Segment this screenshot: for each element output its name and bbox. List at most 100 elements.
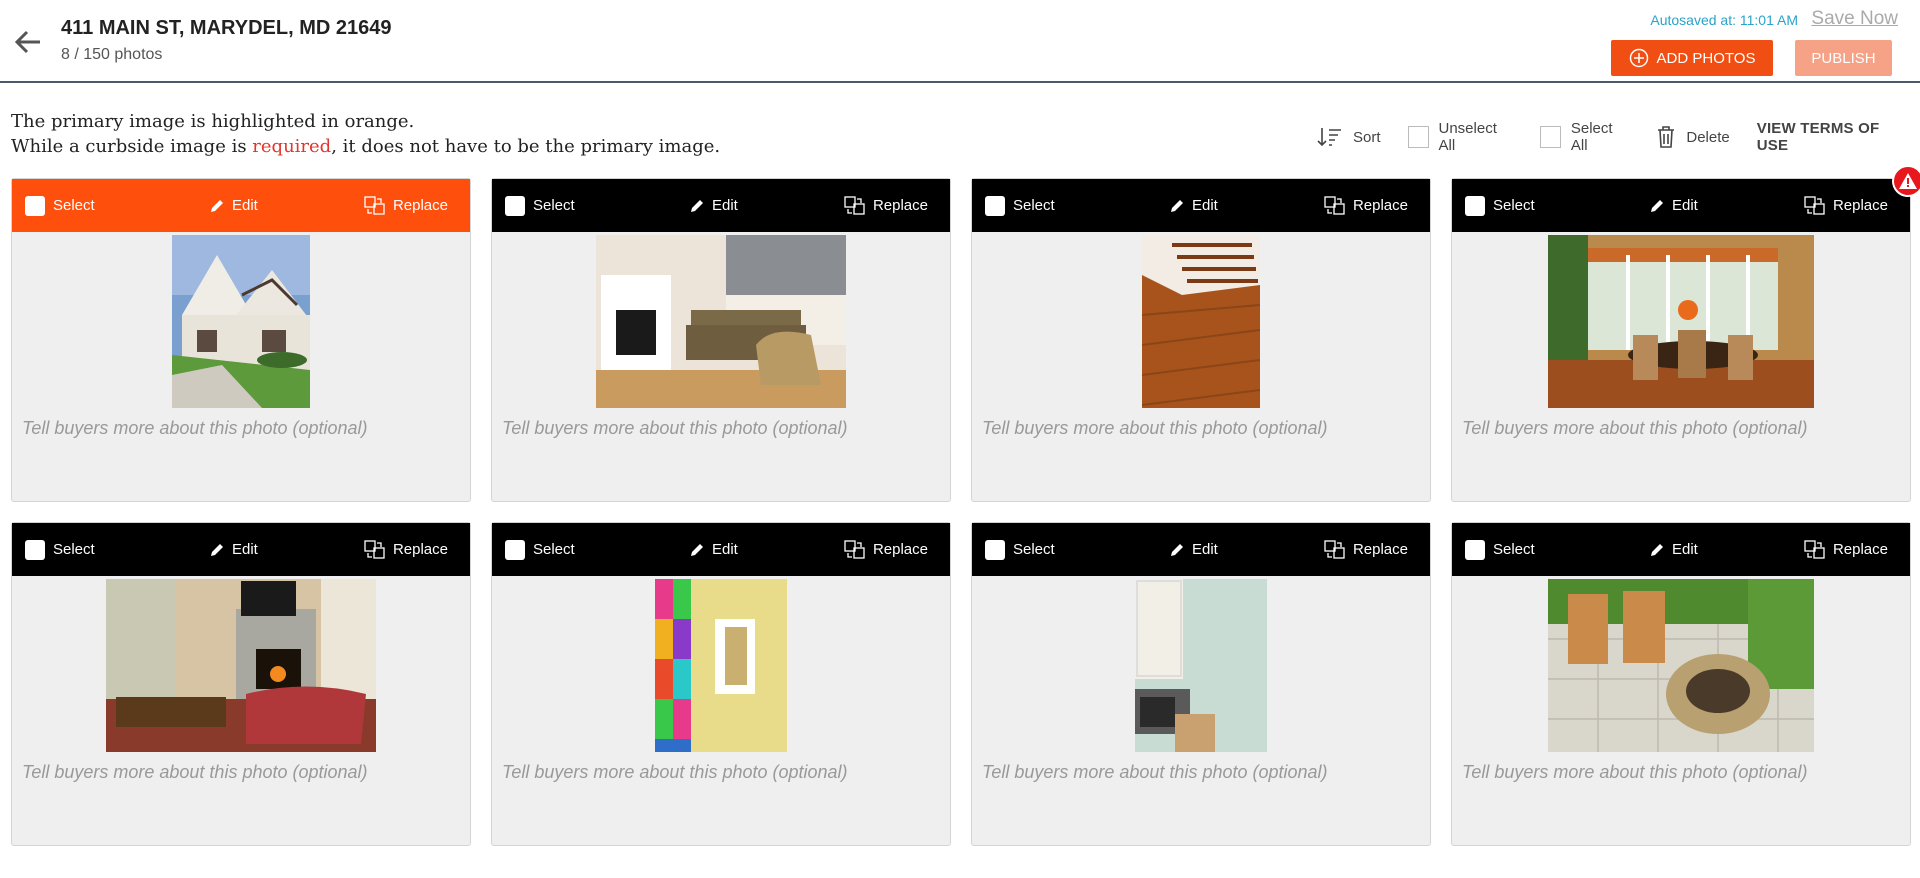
- replace-icon: [364, 195, 385, 215]
- caption-input[interactable]: Tell buyers more about this photo (optio…: [982, 418, 1328, 439]
- select-checkbox[interactable]: [1465, 195, 1485, 216]
- edit-button[interactable]: Edit: [1169, 197, 1218, 214]
- replace-button[interactable]: Replace: [364, 195, 448, 216]
- view-terms-link[interactable]: VIEW TERMS OF USE: [1757, 120, 1908, 154]
- photo-wrap: [972, 234, 1430, 409]
- card-header: Select Edit Replace: [972, 523, 1430, 576]
- trash-icon: [1658, 126, 1675, 148]
- select-checkbox[interactable]: [25, 539, 45, 560]
- info-text: While a curbside image is: [11, 136, 253, 157]
- replace-icon: [1324, 539, 1345, 559]
- photo-card: Select Edit Replace Tell buyers more abo…: [11, 522, 471, 846]
- primary-image-info: The primary image is highlighted in oran…: [11, 109, 720, 159]
- replace-label: Replace: [872, 541, 928, 558]
- select-control[interactable]: Select: [1465, 195, 1535, 216]
- photo-wrap: [12, 234, 470, 409]
- select-all-checkbox[interactable]: [1539, 126, 1561, 148]
- select-checkbox[interactable]: [505, 195, 525, 216]
- replace-label: Replace: [392, 541, 448, 558]
- select-control[interactable]: Select: [505, 195, 575, 216]
- card-header: Select Edit Replace: [492, 523, 950, 576]
- edit-button[interactable]: Edit: [1169, 541, 1218, 558]
- select-control[interactable]: Select: [985, 539, 1055, 560]
- replace-button[interactable]: Replace: [1324, 539, 1408, 560]
- sort-icon: [1317, 128, 1341, 147]
- patio-firepit-photo[interactable]: [1548, 579, 1814, 752]
- edit-label: Edit: [1672, 197, 1698, 214]
- replace-label: Replace: [1832, 197, 1888, 214]
- select-control[interactable]: Select: [25, 195, 95, 216]
- sort-button[interactable]: Sort: [1317, 126, 1381, 148]
- listing-address: 411 MAIN ST, MARYDEL, MD 21649: [61, 17, 392, 39]
- pencil-icon: [211, 199, 223, 212]
- back-arrow-icon[interactable]: [12, 26, 44, 58]
- save-now-link[interactable]: Save Now: [1811, 8, 1898, 30]
- house-exterior-photo[interactable]: [172, 235, 310, 408]
- replace-button[interactable]: Replace: [1324, 195, 1408, 216]
- page-header: 411 MAIN ST, MARYDEL, MD 21649 8 / 150 p…: [0, 0, 1920, 83]
- caption-input[interactable]: Tell buyers more about this photo (optio…: [22, 762, 368, 783]
- replace-button[interactable]: Replace: [364, 539, 448, 560]
- caption-input[interactable]: Tell buyers more about this photo (optio…: [502, 418, 848, 439]
- caption-input[interactable]: Tell buyers more about this photo (optio…: [982, 762, 1328, 783]
- edit-button[interactable]: Edit: [689, 541, 738, 558]
- publish-button[interactable]: PUBLISH: [1795, 40, 1892, 76]
- select-control[interactable]: Select: [985, 195, 1055, 216]
- replace-button[interactable]: Replace: [1804, 539, 1888, 560]
- edit-button[interactable]: Edit: [1649, 541, 1698, 558]
- add-photos-button[interactable]: ADD PHOTOS: [1611, 40, 1773, 76]
- replace-button[interactable]: Replace: [844, 195, 928, 216]
- delete-button[interactable]: Delete: [1656, 125, 1730, 149]
- edit-button[interactable]: Edit: [209, 541, 258, 558]
- edit-button[interactable]: Edit: [209, 197, 258, 214]
- edit-button[interactable]: Edit: [689, 197, 738, 214]
- edit-label: Edit: [1672, 541, 1698, 558]
- info-text-end: , it does not have to be the primary ima…: [331, 136, 721, 157]
- select-label: Select: [53, 541, 95, 558]
- photo-card: Select Edit Replace Tell buyers more abo…: [491, 522, 951, 846]
- add-photos-label: ADD PHOTOS: [1656, 49, 1756, 67]
- select-checkbox[interactable]: [1465, 539, 1485, 560]
- caption-input[interactable]: Tell buyers more about this photo (optio…: [22, 418, 368, 439]
- hardwood-floor-photo[interactable]: [1142, 235, 1260, 408]
- select-label: Select: [533, 197, 575, 214]
- caption-input[interactable]: Tell buyers more about this photo (optio…: [502, 762, 848, 783]
- photo-wrap: [972, 578, 1430, 753]
- select-label: Select: [1013, 541, 1055, 558]
- select-checkbox[interactable]: [505, 539, 525, 560]
- select-all-control[interactable]: Select All: [1539, 120, 1629, 154]
- caption-input[interactable]: Tell buyers more about this photo (optio…: [1462, 418, 1808, 439]
- card-header: Select Edit Replace: [12, 523, 470, 576]
- plus-circle-icon: [1629, 48, 1648, 68]
- unselect-all-control[interactable]: Unselect All: [1407, 120, 1513, 154]
- unselect-all-checkbox[interactable]: [1407, 126, 1429, 148]
- replace-label: Replace: [1832, 541, 1888, 558]
- living-room-photo[interactable]: [596, 235, 846, 408]
- caption-input[interactable]: Tell buyers more about this photo (optio…: [1462, 762, 1808, 783]
- select-control[interactable]: Select: [505, 539, 575, 560]
- photo-grid: Select Edit Replace Tell buyers more abo…: [11, 165, 1920, 846]
- select-control[interactable]: Select: [25, 539, 95, 560]
- warning-icon[interactable]: [1892, 165, 1920, 197]
- select-checkbox[interactable]: [985, 539, 1005, 560]
- pencil-icon: [1651, 543, 1663, 556]
- select-checkbox[interactable]: [985, 195, 1005, 216]
- photo-card: Select Edit Replace Tell buyers more abo…: [491, 178, 951, 502]
- select-checkbox[interactable]: [25, 195, 45, 216]
- card-header: Select Edit Replace: [12, 179, 470, 232]
- replace-label: Replace: [392, 197, 448, 214]
- art-wall-photo[interactable]: [655, 579, 787, 752]
- edit-button[interactable]: Edit: [1649, 197, 1698, 214]
- select-label: Select: [1493, 197, 1535, 214]
- photo-card: Select Edit Replace Tell buyers more abo…: [1451, 522, 1911, 846]
- photo-card: Select Edit Replace Tell buyers more abo…: [971, 178, 1431, 502]
- dining-room-photo[interactable]: [1548, 235, 1814, 408]
- edit-label: Edit: [1192, 541, 1218, 558]
- kitchen-photo[interactable]: [1135, 579, 1267, 752]
- family-room-photo[interactable]: [106, 579, 376, 752]
- replace-label: Replace: [1352, 541, 1408, 558]
- required-text: required: [252, 136, 332, 157]
- replace-button[interactable]: Replace: [1804, 195, 1888, 216]
- replace-button[interactable]: Replace: [844, 539, 928, 560]
- select-control[interactable]: Select: [1465, 539, 1535, 560]
